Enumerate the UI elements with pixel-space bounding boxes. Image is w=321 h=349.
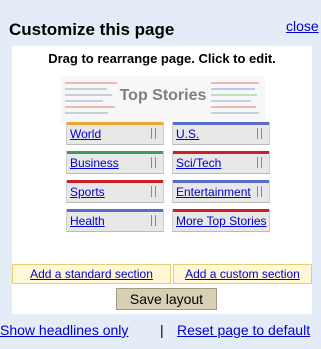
reset-page-link[interactable]: Reset page to default xyxy=(177,322,310,338)
panel-header: Customize this page close xyxy=(0,0,321,46)
section-business[interactable]: Business xyxy=(66,151,164,174)
section-scitech[interactable]: Sci/Tech xyxy=(172,151,270,174)
drag-handle-icon[interactable] xyxy=(257,128,262,139)
section-label[interactable]: Sports xyxy=(70,185,105,199)
drag-handle-icon[interactable] xyxy=(257,157,262,168)
layout-editor: Drag to rearrange page. Click to edit. T… xyxy=(12,46,312,314)
section-sports[interactable]: Sports xyxy=(66,180,164,203)
section-label[interactable]: Entertainment xyxy=(176,185,251,199)
section-color-bar xyxy=(67,151,163,154)
section-color-bar xyxy=(173,209,269,212)
section-health[interactable]: Health xyxy=(66,209,164,232)
section-color-bar xyxy=(67,122,163,125)
placeholder-line xyxy=(65,106,115,108)
section-label[interactable]: More Top Stories xyxy=(176,214,267,228)
drag-handle-icon[interactable] xyxy=(151,215,156,226)
drag-handle-icon[interactable] xyxy=(151,186,156,197)
section-color-bar xyxy=(173,122,269,125)
placeholder-line xyxy=(211,82,259,84)
top-stories-title: Top Stories xyxy=(119,87,207,104)
section-label[interactable]: Health xyxy=(70,214,105,228)
top-stories-section[interactable]: Top Stories xyxy=(61,76,265,122)
add-custom-section-button[interactable]: Add a custom section xyxy=(173,264,312,284)
section-us[interactable]: U.S. xyxy=(172,122,270,145)
save-layout-button[interactable]: Save layout xyxy=(116,288,217,310)
placeholder-line xyxy=(65,82,117,84)
placeholder-line xyxy=(65,112,108,114)
drag-handle-icon[interactable] xyxy=(151,128,156,139)
panel-title: Customize this page xyxy=(9,20,175,39)
instructions-text: Drag to rearrange page. Click to edit. xyxy=(48,51,276,66)
section-color-bar xyxy=(173,180,269,183)
link-separator: | xyxy=(160,322,164,338)
section-more-top-stories[interactable]: More Top Stories xyxy=(172,209,270,232)
section-label[interactable]: World xyxy=(70,127,101,141)
placeholder-line xyxy=(211,106,256,108)
close-link[interactable]: close xyxy=(286,18,319,34)
section-color-bar xyxy=(67,180,163,183)
drag-handle-icon[interactable] xyxy=(257,186,262,197)
add-standard-section-button[interactable]: Add a standard section xyxy=(12,264,171,284)
show-headlines-only-link[interactable]: Show headlines only xyxy=(0,322,128,338)
section-color-bar xyxy=(67,209,163,212)
customize-panel: Customize this page close Drag to rearra… xyxy=(0,0,321,349)
section-label[interactable]: Sci/Tech xyxy=(176,156,221,170)
section-entertainment[interactable]: Entertainment xyxy=(172,180,270,203)
section-color-bar xyxy=(173,151,269,154)
placeholder-line xyxy=(211,112,259,114)
section-label[interactable]: U.S. xyxy=(176,127,199,141)
footer-links: Show headlines only | Reset page to defa… xyxy=(0,322,321,342)
section-label[interactable]: Business xyxy=(70,156,119,170)
drag-handle-icon[interactable] xyxy=(151,157,156,168)
section-world[interactable]: World xyxy=(66,122,164,145)
